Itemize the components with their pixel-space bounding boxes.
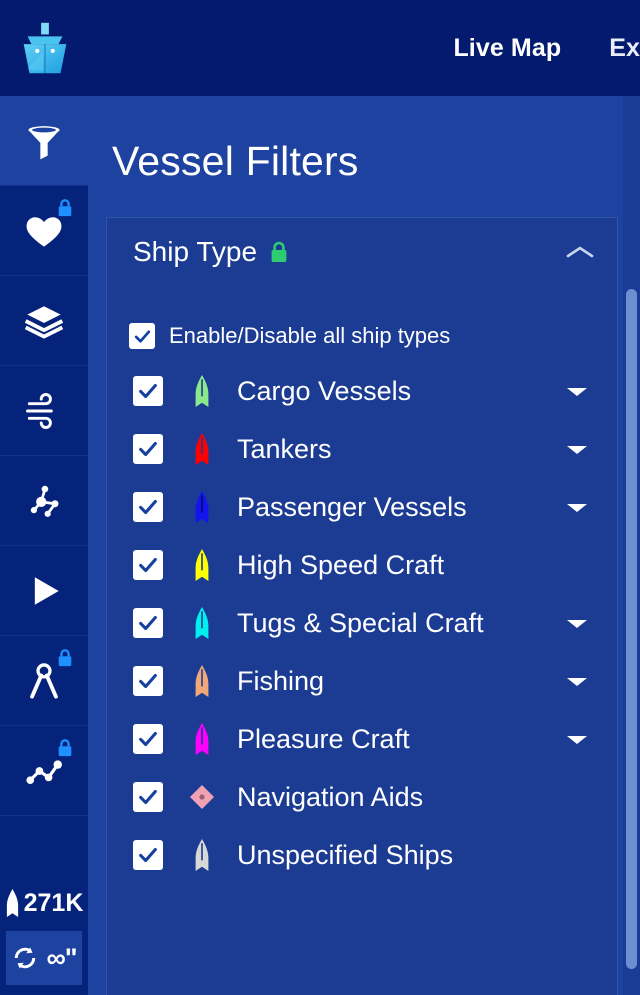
checkbox-tugs-special-craft[interactable] <box>133 608 163 638</box>
refresh-interval-button[interactable]: ∞" <box>6 931 82 985</box>
row-label-pleasure-craft: Pleasure Craft <box>237 723 410 754</box>
ship-type-title: Ship Type <box>133 236 258 267</box>
checkbox-fishing[interactable] <box>133 666 163 696</box>
chevron-down-icon[interactable] <box>563 731 591 747</box>
row-pleasure-craft[interactable]: Pleasure Craft <box>107 710 617 768</box>
lock-badge-icon <box>58 649 72 667</box>
panel-scrollbar-track[interactable] <box>623 96 640 995</box>
row-fishing[interactable]: Fishing <box>107 652 617 710</box>
sidebar-item-layers[interactable] <box>0 276 88 366</box>
lock-badge-icon <box>58 199 72 217</box>
vessel-marker-icon-high-speed-craft <box>189 548 215 582</box>
nav-link-explore[interactable]: Ex <box>585 0 640 96</box>
left-icon-rail: 271K ∞" <box>0 96 88 995</box>
ship-type-card-header[interactable]: Ship Type <box>107 218 617 282</box>
network-icon <box>30 485 59 517</box>
checkbox-high-speed-craft[interactable] <box>133 550 163 580</box>
row-passenger-vessels[interactable]: Passenger Vessels <box>107 478 617 536</box>
check-icon <box>139 441 157 457</box>
vessel-marker-icon-passenger-vessels <box>189 490 215 524</box>
vessel-filters-panel: Vessel Filters Ship Type Enable/Disable … <box>88 96 640 995</box>
funnel-icon <box>28 125 60 159</box>
wind-icon <box>26 392 53 429</box>
refresh-interval-value: ∞" <box>46 942 77 973</box>
row-enable-disable-all[interactable]: Enable/Disable all ship types <box>107 310 617 362</box>
row-label-tugs-special-craft: Tugs & Special Craft <box>237 607 484 638</box>
vessel-count-indicator: 271K <box>0 875 88 931</box>
vessel-marker-icon-pleasure-craft <box>189 722 215 756</box>
chevron-down-icon[interactable] <box>563 441 591 457</box>
nav-link-live-map[interactable]: Live Map <box>429 0 585 96</box>
sidebar-item-filters[interactable] <box>0 96 88 186</box>
row-label-unspecified-ships: Unspecified Ships <box>237 839 454 870</box>
row-navigation-aids[interactable]: Navigation Aids <box>107 768 617 826</box>
row-label-navigation-aids: Navigation Aids <box>237 781 424 812</box>
checkbox-cargo-vessels[interactable] <box>133 376 163 406</box>
sidebar-item-measure[interactable] <box>0 636 88 726</box>
check-icon <box>139 383 157 399</box>
checkbox-passenger-vessels[interactable] <box>133 492 163 522</box>
row-tugs-special-craft[interactable]: Tugs & Special Craft <box>107 594 617 652</box>
lock-badge-icon <box>58 739 72 757</box>
check-icon <box>139 789 157 805</box>
row-label-enable-disable-all: Enable/Disable all ship types <box>169 323 451 348</box>
row-label-passenger-vessels: Passenger Vessels <box>237 491 467 522</box>
row-tankers[interactable]: Tankers <box>107 420 617 478</box>
sidebar-item-favourites[interactable] <box>0 186 88 276</box>
checkbox-pleasure-craft[interactable] <box>133 724 163 754</box>
sidebar-item-weather[interactable] <box>0 366 88 456</box>
chevron-placeholder <box>563 847 591 863</box>
checkbox-tankers[interactable] <box>133 434 163 464</box>
chevron-placeholder <box>563 789 591 805</box>
checkbox-enable-disable-all[interactable] <box>129 323 155 349</box>
row-label-tankers: Tankers <box>237 433 332 464</box>
sidebar-item-playback[interactable] <box>0 546 88 636</box>
panel-scrollbar-thumb[interactable] <box>626 289 637 969</box>
check-icon <box>139 557 157 573</box>
row-label-fishing: Fishing <box>237 665 325 696</box>
vessel-marker-icon-unspecified-ships <box>189 838 215 872</box>
marinetraffic-app: Live Map Ex 271K ∞" Vessel Filters Ship … <box>0 0 640 995</box>
check-icon <box>134 329 150 343</box>
chevron-placeholder <box>563 557 591 573</box>
row-high-speed-craft[interactable]: High Speed Craft <box>107 536 617 594</box>
rail-spacer <box>0 816 88 875</box>
checkbox-navigation-aids[interactable] <box>133 782 163 812</box>
nav-links: Live Map Ex <box>429 0 640 96</box>
chevron-down-icon[interactable] <box>563 383 591 399</box>
sidebar-item-statistics[interactable] <box>0 726 88 816</box>
chevron-up-icon[interactable] <box>565 243 595 261</box>
top-navigation-bar: Live Map Ex <box>0 0 640 96</box>
vessel-marker-icon-tugs-special-craft <box>189 606 215 640</box>
check-icon <box>139 499 157 515</box>
row-label-high-speed-craft: High Speed Craft <box>237 549 445 580</box>
vessel-marker-icon <box>6 889 18 917</box>
ship-type-filter-card: Ship Type Enable/Disable all ship types … <box>106 217 618 995</box>
ship-type-rows: Enable/Disable all ship types Cargo Vess… <box>107 282 617 904</box>
green-lock-icon <box>271 241 287 262</box>
page-title: Vessel Filters <box>112 138 359 184</box>
marinetraffic-ship-logo[interactable] <box>12 15 78 81</box>
chevron-down-icon[interactable] <box>563 673 591 689</box>
refresh-icon <box>15 947 36 969</box>
row-cargo-vessels[interactable]: Cargo Vessels <box>107 362 617 420</box>
row-label-cargo-vessels: Cargo Vessels <box>237 375 412 406</box>
vessel-marker-icon-fishing <box>189 664 215 698</box>
row-unspecified-ships[interactable]: Unspecified Ships <box>107 826 617 884</box>
check-icon <box>139 615 157 631</box>
chevron-down-icon[interactable] <box>563 615 591 631</box>
vessel-marker-icon-tankers <box>189 432 215 466</box>
chevron-down-icon[interactable] <box>563 499 591 515</box>
play-icon <box>34 576 59 605</box>
check-icon <box>139 673 157 689</box>
layers-icon <box>24 304 64 339</box>
vessel-count-value: 271K <box>23 888 84 917</box>
sidebar-item-network[interactable] <box>0 456 88 546</box>
check-icon <box>139 731 157 747</box>
vessel-marker-icon-cargo-vessels <box>189 374 215 408</box>
checkbox-unspecified-ships[interactable] <box>133 840 163 870</box>
check-icon <box>139 847 157 863</box>
diamond-marker-icon-navigation-aids <box>189 780 215 814</box>
